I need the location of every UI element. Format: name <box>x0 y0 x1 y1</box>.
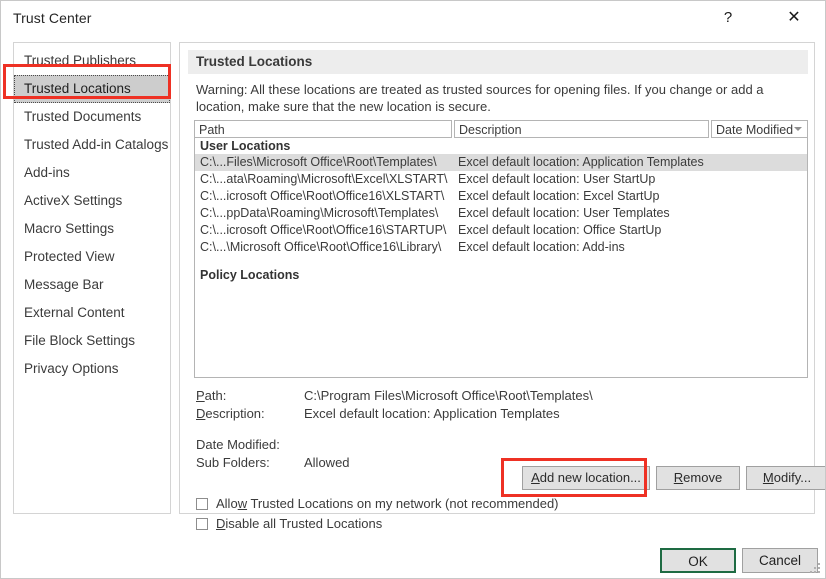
sidebar-item-activex-settings[interactable]: ActiveX Settings <box>14 187 170 215</box>
trusted-locations-list[interactable]: User LocationsC:\...Files\Microsoft Offi… <box>194 138 808 378</box>
cell-description: Excel default location: Excel StartUp <box>458 188 708 205</box>
sort-caret-icon <box>794 127 802 131</box>
detail-value-sub-folders: Allowed <box>304 454 350 472</box>
checkbox-label-allow-network: Allow Trusted Locations on my network (n… <box>216 496 559 511</box>
list-column-headers: Path Description Date Modified <box>194 120 808 138</box>
detail-label-sub-folders: Sub Folders: <box>196 454 270 472</box>
checkbox-icon-allow-network[interactable] <box>196 498 208 510</box>
sidebar: Trusted PublishersTrusted LocationsTrust… <box>13 42 171 514</box>
sidebar-item-trusted-add-in-catalogs[interactable]: Trusted Add-in Catalogs <box>14 131 170 159</box>
cell-description: Excel default location: Office StartUp <box>458 222 708 239</box>
table-row[interactable]: C:\...icrosoft Office\Root\Office16\STAR… <box>195 222 807 239</box>
cell-description: Excel default location: User Templates <box>458 205 708 222</box>
sidebar-item-file-block-settings[interactable]: File Block Settings <box>14 327 170 355</box>
sidebar-item-protected-view[interactable]: Protected View <box>14 243 170 271</box>
sidebar-item-trusted-publishers[interactable]: Trusted Publishers <box>14 47 170 75</box>
column-header-date-modified[interactable]: Date Modified <box>711 120 808 138</box>
content-pane: Trusted Locations Warning: All these loc… <box>179 42 815 514</box>
window-title: Trust Center <box>13 10 91 26</box>
cell-path: C:\...Files\Microsoft Office\Root\Templa… <box>200 154 455 171</box>
list-group-label: User Locations <box>195 138 807 154</box>
help-icon[interactable]: ? <box>709 1 747 35</box>
cell-path: C:\...ata\Roaming\Microsoft\Excel\XLSTAR… <box>200 171 455 188</box>
sidebar-list: Trusted PublishersTrusted LocationsTrust… <box>14 43 170 383</box>
table-row[interactable]: C:\...icrosoft Office\Root\Office16\XLST… <box>195 188 807 205</box>
column-header-path[interactable]: Path <box>194 120 452 138</box>
checkbox-icon-disable-all[interactable] <box>196 518 208 530</box>
add-new-location-button[interactable]: Add new location... <box>522 466 650 490</box>
column-header-date-modified-label: Date Modified <box>716 123 793 137</box>
detail-spacer <box>196 423 796 436</box>
sidebar-item-external-content[interactable]: External Content <box>14 299 170 327</box>
modify-button[interactable]: Modify... <box>746 466 826 490</box>
title-bar: Trust Center ? ✕ <box>1 1 826 37</box>
detail-row-description: Description: Excel default location: App… <box>196 405 796 423</box>
cell-description: Excel default location: Add-ins <box>458 239 708 256</box>
close-icon[interactable]: ✕ <box>775 1 813 35</box>
list-group-label: Policy Locations <box>195 267 807 283</box>
sidebar-item-trusted-locations[interactable]: Trusted Locations <box>14 75 170 103</box>
checkbox-allow-network-locations[interactable]: Allow Trusted Locations on my network (n… <box>196 495 559 513</box>
cancel-button[interactable]: Cancel <box>742 548 818 573</box>
column-header-description[interactable]: Description <box>454 120 709 138</box>
cell-path: C:\...icrosoft Office\Root\Office16\XLST… <box>200 188 455 205</box>
detail-label-date-modified: Date Modified: <box>196 436 280 454</box>
location-details: Path: C:\Program Files\Microsoft Office\… <box>196 387 796 472</box>
table-row[interactable]: C:\...Files\Microsoft Office\Root\Templa… <box>195 154 807 171</box>
sidebar-item-macro-settings[interactable]: Macro Settings <box>14 215 170 243</box>
ok-button[interactable]: OK <box>660 548 736 573</box>
section-title: Trusted Locations <box>188 50 808 74</box>
checkbox-disable-all-trusted-locations[interactable]: Disable all Trusted Locations <box>196 515 382 533</box>
sidebar-item-privacy-options[interactable]: Privacy Options <box>14 355 170 383</box>
detail-value-description: Excel default location: Application Temp… <box>304 405 560 423</box>
detail-value-path: C:\Program Files\Microsoft Office\Root\T… <box>304 387 593 405</box>
resize-grip[interactable] <box>810 563 822 575</box>
detail-label-description: Description: <box>196 405 265 423</box>
checkbox-label-disable-all: Disable all Trusted Locations <box>216 516 382 531</box>
detail-label-path: Path: <box>196 387 226 405</box>
cell-path: C:\...icrosoft Office\Root\Office16\STAR… <box>200 222 455 239</box>
detail-row-path: Path: C:\Program Files\Microsoft Office\… <box>196 387 796 405</box>
detail-row-date-modified: Date Modified: <box>196 436 796 454</box>
warning-text: Warning: All these locations are treated… <box>196 81 804 115</box>
table-row[interactable]: C:\...ata\Roaming\Microsoft\Excel\XLSTAR… <box>195 171 807 188</box>
cell-path: C:\...\Microsoft Office\Root\Office16\Li… <box>200 239 455 256</box>
trust-center-dialog: Trust Center ? ✕ Trusted PublishersTrust… <box>0 0 826 579</box>
cell-description: Excel default location: User StartUp <box>458 171 708 188</box>
cell-path: C:\...ppData\Roaming\Microsoft\Templates… <box>200 205 455 222</box>
sidebar-item-message-bar[interactable]: Message Bar <box>14 271 170 299</box>
table-row[interactable]: C:\...ppData\Roaming\Microsoft\Templates… <box>195 205 807 222</box>
table-row[interactable]: C:\...\Microsoft Office\Root\Office16\Li… <box>195 239 807 256</box>
sidebar-item-add-ins[interactable]: Add-ins <box>14 159 170 187</box>
sidebar-item-trusted-documents[interactable]: Trusted Documents <box>14 103 170 131</box>
cell-description: Excel default location: Application Temp… <box>458 154 708 171</box>
remove-button[interactable]: Remove <box>656 466 740 490</box>
